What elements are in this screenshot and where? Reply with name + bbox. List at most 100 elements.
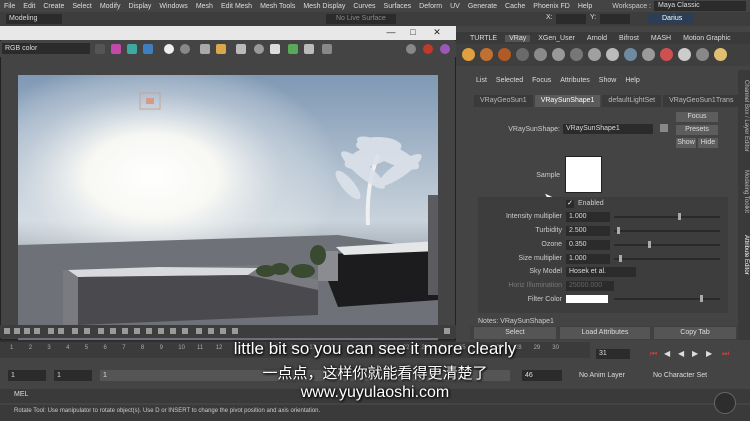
copy-tab-button[interactable]: Copy Tab [654,327,736,339]
side-tab-channel-box[interactable]: Channel Box / Layer Editor [739,80,749,152]
menu-item[interactable]: Phoenix FD [533,3,570,10]
menu-item[interactable]: Help [578,3,592,10]
presets-button[interactable]: Presets [676,125,718,135]
vfb-tool-icon[interactable] [48,328,54,334]
menu-item[interactable]: Edit [23,3,35,10]
channel-dropdown[interactable]: RGB color [2,43,90,54]
show-button[interactable]: Show [676,138,696,148]
menu-item[interactable]: Select [72,3,91,10]
menu-item[interactable]: Generate [468,3,497,10]
gray-ball-icon[interactable] [180,44,190,54]
ae-menu-item[interactable]: List [476,77,487,84]
menu-set-dropdown[interactable]: Modeling [6,14,62,24]
vray-rect-light-icon[interactable] [570,48,583,61]
shelf-tab[interactable]: TURTLE [466,35,501,42]
shelf-tab[interactable]: VRay [505,34,531,42]
attr-slider[interactable] [614,258,720,260]
user-account-button[interactable]: Darius [648,13,694,24]
resize-grip-icon[interactable] [444,328,450,334]
vray-export-icon[interactable] [696,48,709,61]
vray-sphere-icon[interactable] [606,48,619,61]
menu-item[interactable]: Curves [353,3,375,10]
region-icon[interactable] [270,44,280,54]
close-icon[interactable]: ✕ [432,27,442,37]
save-icon[interactable] [200,44,210,54]
vfb-tool-icon[interactable] [34,328,40,334]
vfb-tool-icon[interactable] [122,328,128,334]
menu-item[interactable]: Mesh Tools [260,3,295,10]
vfb-tool-icon[interactable] [72,328,78,334]
ae-menu-item[interactable]: Help [625,77,639,84]
menu-item[interactable]: Surfaces [384,3,412,10]
vfb-tool-icon[interactable] [232,328,238,334]
vray-fur-icon[interactable] [534,48,547,61]
folder-icon[interactable] [216,44,226,54]
vray-render-icon[interactable] [660,48,673,61]
track-mouse-icon[interactable] [288,44,298,54]
load-attributes-button[interactable]: Load Attributes [560,327,650,339]
filter-color-slider[interactable] [614,298,720,300]
vfb-tool-icon[interactable] [134,328,140,334]
history-icon[interactable] [322,44,332,54]
vfb-tool-icon[interactable] [170,328,176,334]
sphere-icon[interactable] [254,44,264,54]
vray-light-icon[interactable] [480,48,493,61]
menu-item[interactable]: UV [450,3,460,10]
side-tab-modeling-toolkit[interactable]: Modeling Toolkit [739,170,749,213]
menu-item[interactable]: Cache [505,3,525,10]
attr-slider-knob[interactable] [648,241,652,248]
sky-model-dropdown[interactable]: Hosek et al. [566,267,636,277]
vray-material-icon[interactable] [462,48,475,61]
vfb-tool-icon[interactable] [196,328,202,334]
ae-menu-item[interactable]: Selected [496,77,523,84]
hide-button[interactable]: Hide [698,138,718,148]
attr-value-input[interactable]: 0.350 [566,240,610,250]
filter-color-slider-knob[interactable] [700,295,703,302]
vray-sun-icon[interactable] [498,48,511,61]
shelf-tab[interactable]: XGen_User [534,35,579,42]
ae-node-tab[interactable]: defaultLightSet [602,95,662,107]
attr-value-input[interactable]: 1.000 [566,254,610,264]
vray-scene-icon[interactable] [714,48,727,61]
vfb-tool-icon[interactable] [84,328,90,334]
vfb-tool-icon[interactable] [146,328,152,334]
vray-mesh-light-icon[interactable] [624,48,637,61]
y-input[interactable] [600,14,630,24]
vray-proxy-icon[interactable] [516,48,529,61]
focus-button[interactable]: Focus [676,112,718,122]
vray-ies-icon[interactable] [588,48,601,61]
vfb-tool-icon[interactable] [58,328,64,334]
attr-slider[interactable] [614,216,720,218]
attr-slider-knob[interactable] [619,255,623,262]
menu-item[interactable]: Create [43,3,64,10]
render-icon[interactable] [406,44,416,54]
green-channel-icon[interactable] [127,44,137,54]
ae-node-tab[interactable]: VRaySunShape1 [534,95,601,107]
attr-slider-knob[interactable] [617,227,621,234]
x-input[interactable] [556,14,586,24]
ae-menu-item[interactable]: Show [599,77,617,84]
compare-icon[interactable] [304,44,314,54]
select-button[interactable]: Select [474,327,556,339]
node-name-input[interactable]: VRaySunShape1 [563,124,653,134]
menu-item[interactable]: Modify [100,3,121,10]
minimize-icon[interactable]: — [386,27,396,37]
attr-slider[interactable] [614,244,720,246]
shelf-tab[interactable]: Arnold [583,35,611,42]
vfb-tool-icon[interactable] [208,328,214,334]
save-image-icon[interactable] [95,44,105,54]
menu-item[interactable]: Windows [159,3,187,10]
shelf-tab[interactable]: Motion Graphic [679,35,734,42]
vray-settings-icon[interactable] [678,48,691,61]
vray-vfb-icon[interactable] [642,48,655,61]
vfb-tool-icon[interactable] [110,328,116,334]
white-ball-icon[interactable] [164,44,174,54]
attr-value-input[interactable]: 2.500 [566,226,610,236]
workspace-dropdown[interactable]: Maya Classic [654,1,746,11]
attr-slider-knob[interactable] [678,213,682,220]
enabled-checkbox[interactable]: ✓ [566,200,574,208]
horiz-illum-input[interactable]: 25000.000 [566,281,614,291]
ae-menu-item[interactable]: Attributes [560,77,590,84]
vfb-tool-icon[interactable] [220,328,226,334]
vfb-tool-icon[interactable] [4,328,10,334]
